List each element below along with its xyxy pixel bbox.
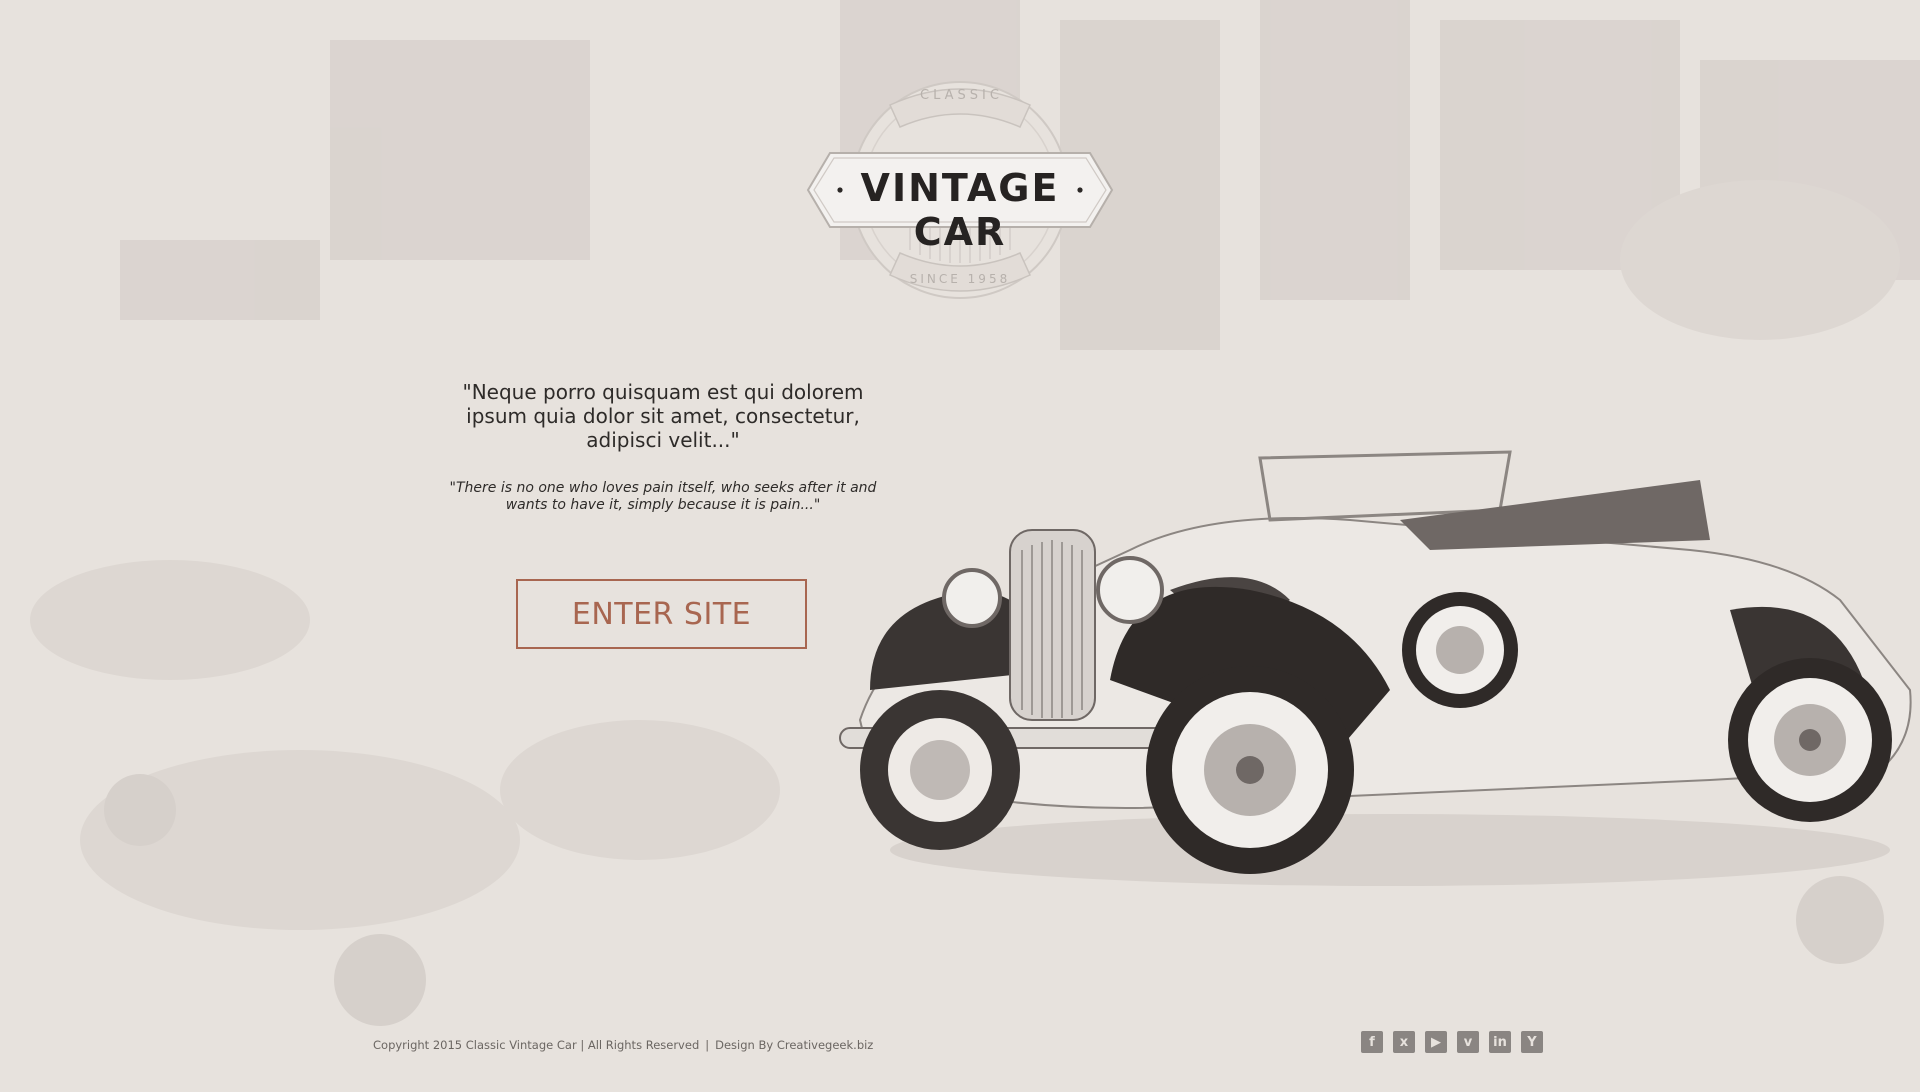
logo-top-text: CLASSIC	[920, 88, 1003, 103]
vintage-car-illustration	[839, 450, 1912, 886]
copyright-text: Copyright 2015 Classic Vintage Car | All…	[373, 1038, 700, 1052]
hero-quote-main: "Neque porro quisquam est qui dolorem ip…	[462, 380, 864, 452]
logo-brand-text: VINTAGE CAR	[860, 166, 1060, 254]
footer-copyright: Copyright 2015 Classic Vintage Car | All…	[373, 1038, 873, 1052]
footer-separator: |	[705, 1038, 710, 1052]
hacker-news-icon[interactable]: Y	[1521, 1031, 1543, 1053]
vimeo-icon[interactable]: v	[1457, 1031, 1479, 1053]
hero-quote-block: "Neque porro quisquam est qui dolorem ip…	[440, 380, 886, 514]
social-links: f x ▶ v in Y	[1361, 1031, 1543, 1053]
youtube-icon[interactable]: ▶	[1425, 1031, 1447, 1053]
hero-quote-sub: "There is no one who loves pain itself, …	[449, 480, 877, 513]
facebook-icon[interactable]: f	[1361, 1031, 1383, 1053]
linkedin-icon[interactable]: in	[1489, 1031, 1511, 1053]
design-credit-link[interactable]: Design By Creativegeek.biz	[715, 1038, 873, 1052]
logo-bottom-text: SINCE 1958	[909, 272, 1011, 286]
enter-site-button[interactable]: ENTER SITE	[516, 579, 807, 649]
xing-icon[interactable]: x	[1393, 1031, 1415, 1053]
